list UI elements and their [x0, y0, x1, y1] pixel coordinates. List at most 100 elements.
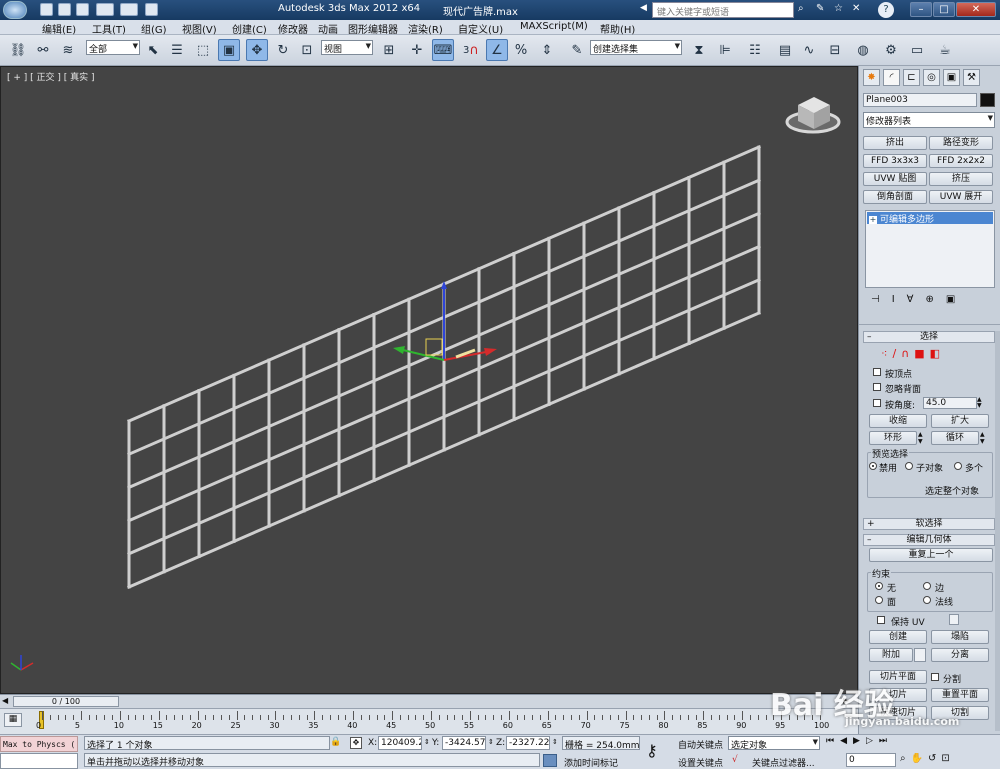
by-vertex-checkbox[interactable] [873, 368, 881, 376]
z-spinner-icon[interactable]: ⇕ [552, 738, 558, 746]
modifier-stack[interactable]: + 可编辑多边形 [865, 210, 995, 288]
loop-spinner-icon[interactable]: ▲ ▼ [980, 431, 988, 445]
selection-lock-icon[interactable]: 🔒 [330, 737, 342, 749]
menu-tools[interactable]: 工具(T) [92, 21, 126, 36]
schematic-view-icon[interactable]: ⊟ [824, 39, 846, 61]
motion-tab[interactable]: ◎ [923, 69, 940, 86]
rect-region-icon[interactable]: ⬚ [192, 39, 214, 61]
edit-geometry-rollout-header[interactable]: – 编辑几何体 [863, 534, 995, 546]
attach-list-icon[interactable] [914, 648, 926, 662]
select-by-name-icon[interactable]: ☰ [166, 39, 188, 61]
ignore-backfacing-checkbox[interactable] [873, 383, 881, 391]
modifier-ffd333-button[interactable]: FFD 3x3x3 [863, 154, 927, 168]
undo-icon[interactable] [96, 3, 114, 16]
object-name-field[interactable]: Plane003 [863, 93, 977, 107]
open-file-icon[interactable] [58, 3, 71, 16]
scale-icon[interactable]: ⊡ [296, 39, 318, 61]
stack-expand-icon[interactable]: + [869, 216, 877, 224]
prev-frame-icon[interactable]: ◀ [2, 696, 12, 707]
ref-coord-dropdown[interactable]: 视图 [321, 40, 373, 55]
selection-filter-dropdown[interactable]: 全部 [86, 40, 140, 55]
preview-multi-radio[interactable] [954, 462, 962, 470]
modifier-ffd222-button[interactable]: FFD 2x2x2 [929, 154, 993, 168]
menu-graph-editors[interactable]: 图形编辑器 [348, 21, 398, 36]
menu-views[interactable]: 视图(V) [182, 21, 217, 36]
rendered-frame-icon[interactable]: ▭ [906, 39, 928, 61]
key-filters-button[interactable]: 关键点过滤器... [752, 756, 815, 769]
bind-spacewarp-icon[interactable]: ≋ [57, 39, 79, 61]
unlink-icon[interactable]: ⚯ [32, 39, 54, 61]
constraint-none-radio[interactable] [875, 582, 883, 590]
y-spinner-icon[interactable]: ⇕ [488, 738, 494, 746]
split-checkbox[interactable] [931, 673, 939, 681]
set-key-button[interactable]: 设置关键点 [678, 756, 723, 769]
material-editor-icon[interactable]: ◍ [852, 39, 874, 61]
viewport-navigation-controls[interactable]: ⌕✋↺⊡ [900, 753, 996, 768]
curve-editor-icon[interactable]: ∿ [798, 39, 820, 61]
rotate-icon[interactable]: ↻ [272, 39, 294, 61]
close-window-button[interactable]: ✕ [956, 2, 996, 17]
modifier-list-dropdown[interactable]: 修改器列表 [863, 112, 995, 128]
maximize-button[interactable]: □ [933, 2, 955, 17]
menu-rendering[interactable]: 渲染(R) [408, 21, 443, 36]
mirror-icon[interactable]: ⧗ [688, 39, 710, 61]
object-color-swatch[interactable] [980, 93, 995, 107]
playback-controls[interactable]: ⏮◀▶▷⏭ [826, 736, 946, 750]
ring-button[interactable]: 环形 [869, 431, 917, 445]
move-icon[interactable]: ✥ [246, 39, 268, 61]
minimize-button[interactable]: – [910, 2, 932, 17]
current-frame-input[interactable]: 0 [846, 753, 896, 767]
modifier-uvw-map-button[interactable]: UVW 贴图 [863, 172, 927, 186]
key-icon[interactable]: ⚷ [646, 741, 670, 763]
edit-named-sets-icon[interactable]: ✎ [566, 39, 588, 61]
search-input[interactable]: 键入关键字或短语 [652, 2, 794, 18]
track-bar[interactable]: ▦ 0 5 10 15 20 25 30 35 40 45 50 55 60 65 70 75 80 85 90 95… [0, 708, 858, 734]
maxscript-output[interactable] [0, 753, 78, 769]
menu-animation[interactable]: 动画 [318, 21, 338, 36]
menu-maxscript[interactable]: MAXScript(M) [520, 21, 588, 32]
collapse-button[interactable]: 塌陷 [931, 630, 989, 644]
modifier-bevel-profile-button[interactable]: 倒角剖面 [863, 190, 927, 204]
command-panel-scrollbar[interactable] [995, 331, 1000, 731]
modifier-unwrap-uvw-button[interactable]: UVW 展开 [929, 190, 993, 204]
menu-edit[interactable]: 编辑(E) [42, 21, 76, 36]
utilities-tab[interactable]: ⚒ [963, 69, 980, 86]
align-icon[interactable]: ⊫ [714, 39, 736, 61]
close-search-icon[interactable]: ✕ [852, 3, 866, 16]
menu-modifiers[interactable]: 修改器 [278, 21, 308, 36]
modifier-squeeze-button[interactable]: 挤压 [929, 172, 993, 186]
hierarchy-tab[interactable]: ⊏ [903, 69, 920, 86]
z-coord-input[interactable]: -2327.222 [506, 736, 550, 750]
detach-button[interactable]: 分离 [931, 648, 989, 662]
app-logo-icon[interactable] [3, 1, 27, 19]
window-crossing-icon[interactable]: ▣ [218, 39, 240, 61]
tools-icon[interactable]: ✎ [816, 3, 830, 16]
modifier-extrude-button[interactable]: 挤出 [863, 136, 927, 150]
render-icon[interactable]: ☕ [934, 39, 956, 61]
search-arrow-icon[interactable]: ◀ [640, 3, 650, 16]
preserve-uv-checkbox[interactable] [877, 616, 885, 624]
repeat-last-button[interactable]: 重复上一个 [869, 548, 993, 562]
manipulate-icon[interactable]: ✛ [406, 39, 428, 61]
preserve-uv-settings-icon[interactable] [949, 614, 959, 625]
angle-snap-icon[interactable]: ∠ [486, 39, 508, 61]
key-mode-dropdown[interactable]: 选定对象 [728, 736, 820, 750]
attach-button[interactable]: 附加 [869, 648, 913, 662]
create-button[interactable]: 创建 [869, 630, 927, 644]
maxscript-listener-input[interactable]: Max to Physcs ( [0, 736, 78, 752]
select-object-icon[interactable]: ⬉ [142, 39, 164, 61]
absolute-mode-icon[interactable]: ✥ [350, 737, 362, 749]
constraint-normal-radio[interactable] [923, 596, 931, 604]
help-icon[interactable]: ? [878, 2, 894, 18]
display-tab[interactable]: ▣ [943, 69, 960, 86]
x-spinner-icon[interactable]: ⇕ [424, 738, 430, 746]
menu-create[interactable]: 创建(C) [232, 21, 267, 36]
ring-spinner-icon[interactable]: ▲ ▼ [918, 431, 926, 445]
constraint-face-radio[interactable] [875, 596, 883, 604]
shrink-button[interactable]: 收缩 [869, 414, 927, 428]
binoculars-icon[interactable]: ⌕ [798, 3, 812, 16]
constraint-edge-radio[interactable] [923, 582, 931, 590]
spinner-snap-icon[interactable]: ⇕ [536, 39, 558, 61]
time-slider-thumb[interactable]: 0 / 100 [13, 696, 119, 707]
menu-customize[interactable]: 自定义(U) [458, 21, 503, 36]
